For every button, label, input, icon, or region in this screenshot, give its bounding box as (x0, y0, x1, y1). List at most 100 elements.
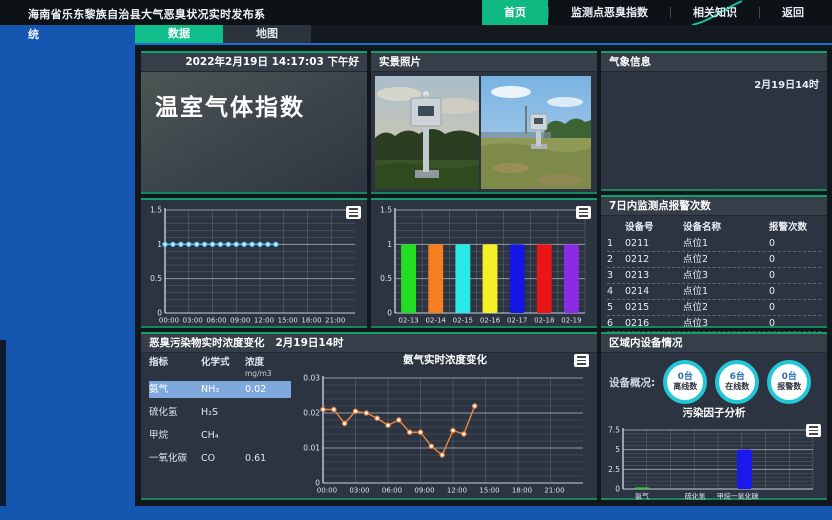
stat-online-value: 6台 (730, 372, 745, 382)
pollutant-row[interactable]: 硫化氢H₂S (149, 404, 291, 421)
stat-alarm-label: 报警数 (777, 382, 801, 392)
nav-item-back[interactable]: 返回 (760, 0, 826, 25)
stat-offline-value: 0台 (678, 372, 693, 382)
greeting-datetime: 2022年2月19日 14:17:03 下午好 (141, 53, 367, 72)
pollution-analysis-title: 污染因子分析 (601, 406, 827, 420)
photos-title: 实景照片 (371, 53, 597, 72)
stat-alarm-value: 0台 (782, 372, 797, 382)
svg-text:0.03: 0.03 (303, 374, 320, 383)
svg-text:一氧化碳: 一氧化碳 (731, 492, 759, 501)
svg-text:1: 1 (157, 240, 162, 249)
svg-text:00:00: 00:00 (317, 487, 337, 495)
svg-text:0.5: 0.5 (380, 274, 392, 283)
svg-text:02-13: 02-13 (398, 317, 418, 325)
pollutant-row[interactable]: 甲烷CH₄ (149, 427, 291, 444)
panel-greenhouse-chart: 00.511.500:0003:0006:0009:0012:0015:0018… (141, 198, 367, 328)
weather-time: 2月19日14时 (601, 72, 827, 95)
devices-title: 区域内设备情况 (601, 334, 827, 353)
main-nav: 首页 监测点恶臭指数 相关知识 返回 (482, 0, 826, 25)
chart-menu-icon[interactable] (806, 424, 821, 437)
panel-greeting: 2022年2月19日 14:17:03 下午好 温室气体指数 (141, 51, 367, 194)
svg-text:0.02: 0.02 (303, 409, 320, 418)
odor-table-body: 氨气NH₃0.02 硫化氢H₂S 甲烷CH₄ 一氧化碳CO0.61 (149, 381, 291, 467)
svg-text:甲烷: 甲烷 (717, 492, 731, 501)
svg-text:2.5: 2.5 (608, 465, 620, 474)
svg-text:0: 0 (615, 485, 620, 494)
svg-text:12:00: 12:00 (254, 317, 274, 325)
app-title: 海南省乐东黎族自治县大气恶臭状况实时发布系统 (28, 5, 268, 45)
nav-item-odor-index[interactable]: 监测点恶臭指数 (549, 0, 670, 25)
svg-text:00:00: 00:00 (159, 317, 179, 325)
daily_bar-svg: 00.511.502-1302-1402-1502-1602-1702-1802… (373, 204, 593, 326)
pollution_bar-svg: 02.557.5氨气硫化氢甲烷一氧化碳 (603, 424, 821, 502)
table-row: 40214点位10 (607, 284, 821, 300)
panel-photos: 实景照片 (371, 51, 597, 194)
svg-text:氨气: 氨气 (635, 492, 649, 501)
odor-time: 2月19日14时 (275, 337, 343, 349)
greenhouse-chart-area: 00.511.500:0003:0006:0009:0012:0015:0018… (141, 200, 367, 330)
stat-alarm: 0台 报警数 (767, 360, 811, 404)
nav-item-knowledge[interactable]: 相关知识 (671, 0, 759, 25)
chart-menu-icon[interactable] (346, 206, 361, 219)
panel-daily-bar-chart: 00.511.502-1302-1402-1502-1602-1702-1802… (371, 198, 597, 328)
pollutant-row[interactable]: 氨气NH₃0.02 (149, 381, 291, 398)
svg-text:03:00: 03:00 (349, 487, 369, 495)
svg-text:06:00: 06:00 (382, 487, 402, 495)
chart-menu-icon[interactable] (576, 206, 591, 219)
panel-alarm-7d: 7日内监测点报警次数 设备号 设备名称 报警次数 10211点位1020212点… (601, 195, 827, 328)
left-edge-strip (0, 340, 6, 506)
table-row: 60216点位30 (607, 316, 821, 332)
table-row: 50215点位20 (607, 300, 821, 316)
svg-text:0.01: 0.01 (303, 444, 320, 453)
odor-title: 恶臭污染物实时浓度变化 (149, 337, 265, 349)
alarm-table-body: 10211点位1020212点位2030213点位3040214点位105021… (607, 236, 821, 332)
daily-bar-chart-area: 00.511.502-1302-1402-1502-1602-1702-1802… (371, 200, 597, 330)
device-overview-row: 设备概况: 0台 离线数 6台 在线数 0台 报警数 (601, 353, 827, 406)
col-alarm-count: 报警次数 (769, 220, 821, 236)
ammonia-chart-area: 00.010.020.0300:0003:0006:0009:0012:0015… (293, 368, 597, 500)
odor-table: 指标 化学式 浓度 mg/m3 氨气NH₃0.02硫化氢H₂S甲烷CH₄一氧化碳… (141, 353, 293, 500)
svg-text:15:00: 15:00 (278, 317, 298, 325)
device-overview-label: 设备概况: (609, 375, 655, 390)
table-row: 10211点位10 (607, 236, 821, 252)
svg-text:02-14: 02-14 (426, 317, 447, 325)
stat-offline-label: 离线数 (673, 382, 697, 392)
chart-menu-icon[interactable] (574, 354, 589, 367)
ammonia_line-svg: 00.010.020.0300:0003:0006:0009:0012:0015… (295, 372, 591, 496)
svg-text:1: 1 (387, 240, 392, 249)
svg-text:02-15: 02-15 (453, 317, 473, 325)
pollutant-row[interactable]: 一氧化碳CO0.61 (149, 450, 291, 467)
panel-region-devices: 区域内设备情况 设备概况: 0台 离线数 6台 在线数 0台 报警数 污染因子分… (601, 332, 827, 500)
svg-text:06:00: 06:00 (206, 317, 226, 325)
table-row: 30213点位30 (607, 268, 821, 284)
col-concentration: 浓度 mg/m3 (245, 357, 289, 379)
ammonia-chart-title: 氨气实时浓度变化 (293, 353, 597, 368)
site-photo-1 (375, 76, 479, 189)
stat-offline: 0台 离线数 (663, 360, 707, 404)
svg-text:18:00: 18:00 (301, 317, 321, 325)
alarm-table: 设备号 设备名称 报警次数 10211点位1020212点位2030213点位3… (601, 216, 827, 332)
svg-text:硫化氢: 硫化氢 (685, 492, 706, 501)
stat-online-label: 在线数 (725, 382, 749, 392)
col-formula: 化学式 (201, 357, 245, 379)
odor-panel-header: 恶臭污染物实时浓度变化 2月19日14时 (141, 334, 597, 353)
svg-text:1.5: 1.5 (380, 206, 392, 215)
weather-title: 气象信息 (601, 53, 827, 72)
svg-text:21:00: 21:00 (544, 487, 564, 495)
svg-text:02-16: 02-16 (480, 317, 501, 325)
nav-item-home[interactable]: 首页 (482, 0, 548, 25)
svg-text:02-19: 02-19 (561, 317, 581, 325)
alarm-table-header: 设备号 设备名称 报警次数 (607, 220, 821, 236)
svg-text:03:00: 03:00 (183, 317, 203, 325)
svg-text:02-18: 02-18 (534, 317, 554, 325)
panel-weather: 气象信息 2月19日14时 (601, 51, 827, 191)
page-title: 温室气体指数 (141, 72, 367, 122)
alarm-7d-title: 7日内监测点报警次数 (601, 197, 827, 216)
table-row: 20212点位20 (607, 252, 821, 268)
svg-text:09:00: 09:00 (230, 317, 250, 325)
photo-strip (371, 72, 597, 193)
svg-text:02-17: 02-17 (507, 317, 527, 325)
svg-text:18:00: 18:00 (512, 487, 532, 495)
greenhouse_line-svg: 00.511.500:0003:0006:0009:0012:0015:0018… (143, 204, 363, 326)
site-photo-2 (481, 76, 591, 189)
